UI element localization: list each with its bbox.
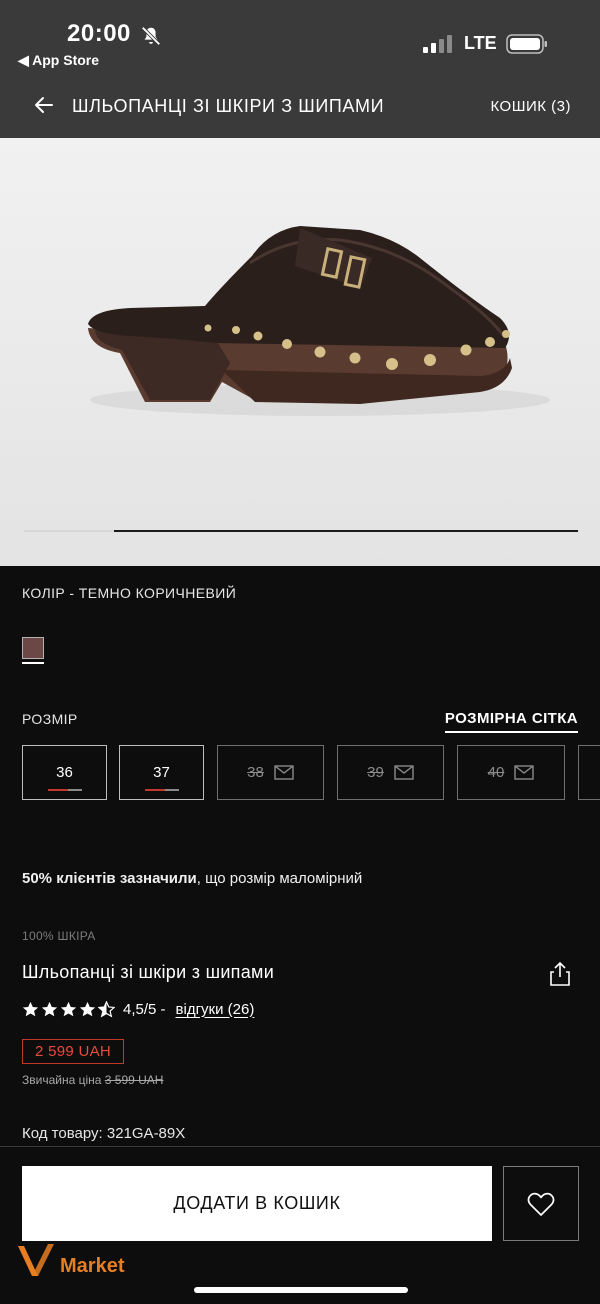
product-image [88,226,550,416]
watermark: Market [14,1236,124,1280]
product-name: Шльопанці зі шкіри з шипами [22,962,275,982]
add-to-cart-button[interactable]: ДОДАТИ В КОШИК [22,1166,492,1241]
signal-icon [423,35,452,53]
product-gallery[interactable] [0,138,600,566]
envelope-icon [394,765,414,780]
swatch-selected-indicator [22,662,44,664]
size-value: 36 [56,764,73,781]
size-value: 37 [153,764,170,781]
size-option-37[interactable]: 37 [119,745,204,800]
size-option-38[interactable]: 38 [217,745,324,800]
star-icon [60,1001,77,1016]
product-sku: Код товару: 321GA-89X [22,1125,186,1142]
low-stock-indicator [47,789,82,791]
color-swatch-dark-brown[interactable] [22,637,44,659]
size-guide-link[interactable]: РОЗМІРНА СІТКА [444,710,578,733]
battery-icon [506,34,547,54]
size-option-36[interactable]: 36 [22,745,107,800]
cart-link[interactable]: КОШИК (3) [490,98,571,115]
fit-note: 50% клієнтів зазначили, що розмір маломі… [22,870,362,887]
size-value: 38 [247,764,264,781]
gallery-progress-indicator [114,530,578,532]
regular-price-label: Звичайна ціна [22,1073,105,1087]
share-icon[interactable] [548,961,572,987]
rating-value: 4,5/5 - [123,1000,166,1018]
low-stock-indicator [144,789,179,791]
watermark-logo [18,1244,54,1276]
status-bar: 20:00 ◀ App Store LTE [0,0,600,76]
size-value: 39 [367,764,384,781]
envelope-icon [274,765,294,780]
fit-note-bold: 50% клієнтів зазначили [22,870,197,887]
rating-stars [22,1000,115,1018]
watermark-text: Market [60,1255,125,1277]
app-header: ШЛЬОПАНЦІ ЗІ ШКІРИ З ШИПАМИ КОШИК (3) [0,76,600,138]
size-option-39[interactable]: 39 [337,745,444,800]
heart-icon [527,1192,555,1216]
home-indicator[interactable] [194,1287,408,1293]
size-option-next[interactable] [578,745,600,800]
wishlist-button[interactable] [503,1166,579,1241]
bell-slash-icon [141,26,161,46]
divider [0,1146,600,1147]
star-half-icon [98,1000,115,1018]
reviews-link[interactable]: відгуки (26) [176,1001,255,1018]
star-icon [79,1001,96,1016]
status-time: 20:00 [67,20,131,47]
sale-price: 2 599 UAH [22,1039,124,1064]
rating-row: 4,5/5 - відгуки (26) [22,998,254,1020]
material-label: 100% ШКІРА [22,929,96,943]
size-value: 40 [487,764,505,781]
network-type: LTE [464,33,497,53]
regular-price: Звичайна ціна 3 599 UAH [22,1073,163,1087]
size-label: РОЗМІР [22,711,78,727]
regular-price-value: 3 599 UAH [104,1073,164,1087]
envelope-icon [514,765,535,780]
star-icon [22,1001,39,1016]
size-option-40[interactable]: 40 [457,745,565,800]
star-icon [41,1001,58,1016]
page-title: ШЛЬОПАНЦІ ЗІ ШКІРИ З ШИПАМИ [72,96,385,116]
arrow-left-icon[interactable] [32,93,56,117]
back-to-app-store[interactable]: ◀ App Store [18,52,99,69]
color-label: КОЛІР - ТЕМНО КОРИЧНЕВИЙ [22,585,237,601]
fit-note-rest: , що розмір маломірний [196,870,363,887]
